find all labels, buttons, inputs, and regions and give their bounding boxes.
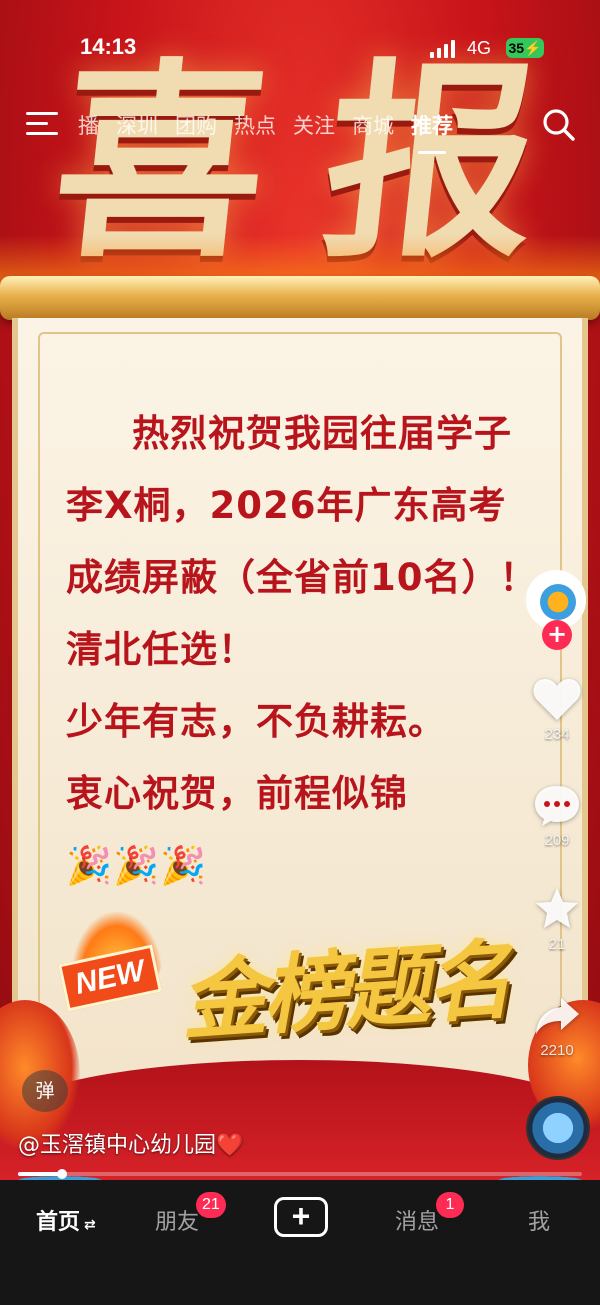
comment-bubble-icon xyxy=(535,786,579,826)
feed-tabs: 播 深圳 团购 热点 关注 商城 推荐 xyxy=(78,110,470,154)
tab-mall[interactable]: 商城 xyxy=(352,110,394,140)
status-bar: 14:13 4G 35⚡ xyxy=(0,30,600,66)
danmu-toggle-button[interactable]: 弹 xyxy=(22,1070,68,1112)
author-handle: @玉滘镇中心幼儿园 xyxy=(18,1133,217,1158)
tab-recommended[interactable]: 推荐 xyxy=(411,110,453,154)
heart-emoji: ❤️ xyxy=(216,1133,244,1158)
party-popper-emojis: 🎉🎉🎉 xyxy=(66,844,208,887)
music-disc-icon[interactable] xyxy=(526,1096,590,1160)
message-line: 少年有志，不负耕耘。 xyxy=(66,700,446,743)
battery-icon: 35⚡ xyxy=(506,38,544,58)
network-type: 4G xyxy=(467,38,492,58)
tab-group-buy[interactable]: 团购 xyxy=(175,110,217,140)
tab-trending[interactable]: 热点 xyxy=(234,110,276,140)
hamburger-icon[interactable] xyxy=(26,112,58,138)
signal-icon xyxy=(430,40,456,58)
new-badge: NEW xyxy=(58,912,172,1012)
messages-badge: 1 xyxy=(436,1192,464,1218)
comment-count: 209 xyxy=(544,832,570,849)
search-icon[interactable] xyxy=(542,108,576,142)
tab-home-label: 首页 xyxy=(36,1210,81,1235)
swap-icon: ⇄ xyxy=(84,1217,96,1233)
star-icon xyxy=(536,888,578,928)
tab-home[interactable]: 首页 ⇄ xyxy=(36,1204,96,1236)
video-progress-bar[interactable] xyxy=(18,1169,582,1179)
message-line: 热烈祝贺我园往届学子 xyxy=(132,412,512,455)
favorite-button[interactable]: 21 xyxy=(520,886,594,953)
tab-shenzhen[interactable]: 深圳 xyxy=(116,110,158,140)
message-line: 成绩屏蔽（全省前10名）！ xyxy=(66,556,538,599)
share-button[interactable]: 2210 xyxy=(520,994,594,1059)
video-player[interactable]: 喜 报 热烈祝贺我园往届学子 李X桐，2026年广东高考 成绩屏蔽（全省前10名… xyxy=(0,0,600,1180)
message-line: 李X桐，2026年广东高考 xyxy=(66,484,507,527)
share-arrow-icon xyxy=(536,998,579,1034)
favorite-count: 21 xyxy=(548,936,566,953)
scroll-rod xyxy=(0,276,600,320)
author-name[interactable]: @玉滘镇中心幼儿园❤️ xyxy=(18,1127,243,1159)
tab-following[interactable]: 关注 xyxy=(293,110,335,140)
create-button[interactable]: + xyxy=(274,1197,328,1237)
top-nav: 播 深圳 团购 热点 关注 商城 推荐 xyxy=(0,100,600,156)
tab-messages[interactable]: 消息 xyxy=(395,1204,439,1236)
message-line: 衷心祝贺，前程似锦 xyxy=(66,772,408,815)
comment-button[interactable]: 209 xyxy=(520,782,594,849)
status-time: 14:13 xyxy=(80,34,137,59)
message-line: 清北任选！ xyxy=(66,628,256,671)
kindergarten-logo-icon xyxy=(540,584,576,620)
like-count: 234 xyxy=(544,726,570,743)
bottom-tab-bar: 首页 ⇄ 朋友 21 + 消息 1 我 xyxy=(0,1180,600,1305)
congratulation-message: 热烈祝贺我园往届学子 李X桐，2026年广东高考 成绩屏蔽（全省前10名）！ 清… xyxy=(66,398,566,902)
like-button[interactable]: 234 xyxy=(520,676,594,743)
tab-friends[interactable]: 朋友 xyxy=(155,1204,199,1236)
battery-level: 35 xyxy=(508,40,525,56)
heart-icon xyxy=(533,679,581,720)
share-count: 2210 xyxy=(540,1042,574,1059)
video-progress-fill xyxy=(18,1169,68,1179)
tab-live[interactable]: 播 xyxy=(78,110,99,140)
follow-button[interactable]: + xyxy=(542,620,572,650)
tab-me[interactable]: 我 xyxy=(528,1204,550,1236)
friends-badge: 21 xyxy=(196,1192,226,1218)
